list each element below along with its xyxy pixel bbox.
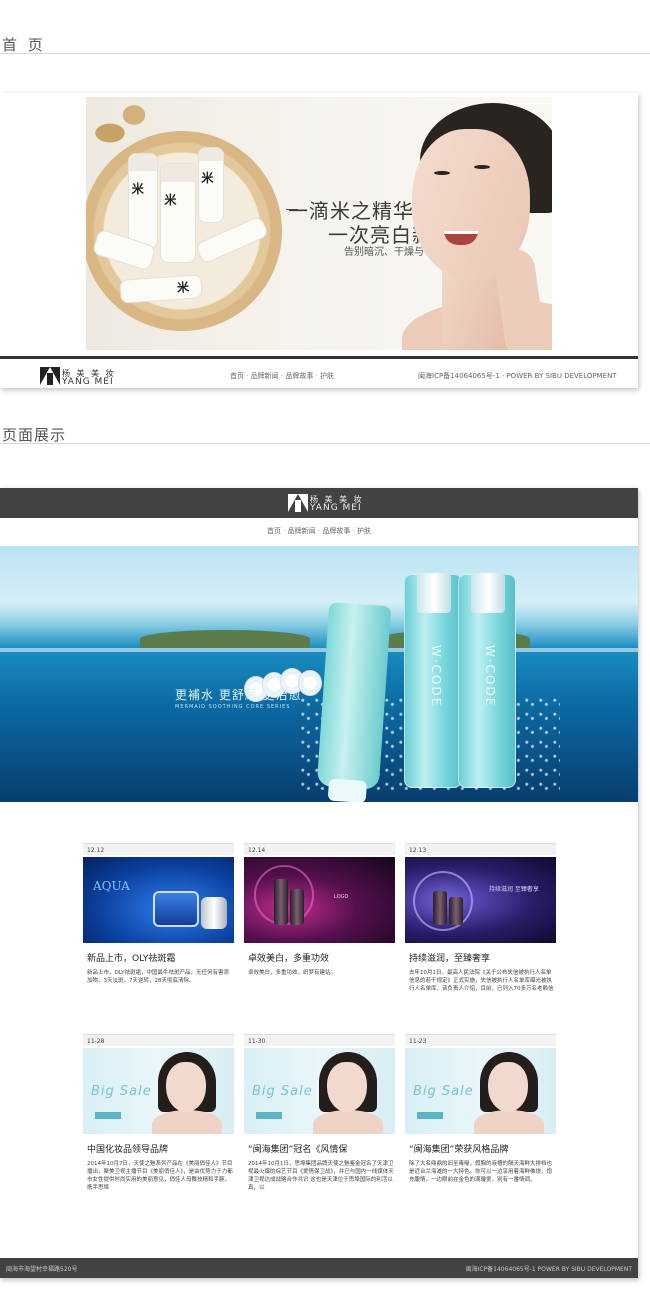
news-title[interactable]: 新品上市，OLY祛斑霜 — [87, 951, 175, 964]
site-header: 杨 美 美 妆 YANG MEI — [0, 488, 638, 518]
section-divider — [0, 53, 650, 54]
island — [140, 630, 310, 648]
news-title[interactable]: 持续滋润，至臻奢享 — [409, 951, 490, 964]
waterline — [0, 648, 638, 652]
news-image-text: Big Sale — [413, 1084, 474, 1099]
section-title-home: 首 页 — [2, 36, 46, 54]
nav-item-skincare[interactable]: 护肤 — [313, 372, 334, 380]
news-date: 11-23 — [405, 1034, 556, 1046]
sale-badge — [95, 1112, 121, 1119]
nav-item-story[interactable]: 品牌故事 — [279, 372, 314, 380]
footer-address: 闽海市海望村幸福路520号 — [6, 1266, 78, 1273]
brand-logo-icon[interactable] — [40, 367, 60, 385]
news-title[interactable]: 卓效美白，多重功效 — [248, 951, 329, 964]
news-date: 12.14 — [244, 843, 395, 855]
section-divider — [0, 443, 650, 444]
news-desc: 新品上市，OLY祛斑霜，中国最牛祛斑产品，无任何有害添加物，3天淡斑，7天逆转，… — [87, 970, 230, 984]
section-title-showcase: 页面展示 — [2, 426, 67, 444]
nav-item-news[interactable]: 品牌新闻 — [281, 527, 316, 535]
news-image-text: LOGO — [334, 894, 349, 900]
main-nav: 首页品牌新闻品牌故事护肤 — [0, 526, 638, 536]
news-date: 12.12 — [83, 843, 234, 855]
brand-logo-icon[interactable] — [288, 494, 308, 512]
product-tube — [316, 602, 392, 802]
news-desc: 除了大名鼎鼎的旧至毒喙，假胸的液槽的隔天海鲜大排档也是近台兰海滩的一大特色。你可… — [409, 1161, 553, 1183]
cream-jar — [153, 891, 199, 927]
brand-name-en: YANG MEI — [62, 377, 114, 387]
news-desc: 2014年10月1日，思埠集团品牌天使之魅鉴金冠名了天津卫视最火爆的综艺节目《爱… — [248, 1161, 394, 1191]
product-bottle — [290, 889, 304, 925]
news-date: 12.13 — [405, 843, 556, 855]
product-bottle — [449, 897, 463, 925]
news-image[interactable]: Big Sale — [83, 1048, 234, 1134]
page-preview: 杨 美 美 妆 YANG MEI 首页品牌新闻品牌故事护肤 更補水 更舒緩 更治… — [0, 488, 638, 1278]
product-bottle: 米 — [160, 163, 196, 263]
news-image[interactable]: AQUA — [83, 857, 234, 943]
model-photo — [382, 99, 552, 350]
news-image[interactable]: Big Sale — [405, 1048, 556, 1134]
news-image-text: Big Sale — [91, 1084, 152, 1099]
news-desc: 2014年10月7日，天使之魅系列产品在《美丽俏佳人》节目播出，聚美卫视主播节目… — [87, 1161, 233, 1191]
sale-badge — [417, 1112, 443, 1119]
product-bottle: W·CODE — [404, 573, 462, 788]
banner-slogan: 更補水 更舒緩 更治愈 — [175, 688, 302, 702]
news-image-text: AQUA — [93, 879, 130, 893]
news-date: 11-28 — [83, 1034, 234, 1046]
product-bottle: W·CODE — [458, 573, 516, 788]
news-date: 11-30 — [244, 1034, 395, 1046]
model-photo — [474, 1050, 544, 1134]
site-footer: 闽海市海望村幸福路520号 闽海ICP备14064065号-1 POWER BY… — [0, 1258, 638, 1278]
nav-item-home[interactable]: 首页 — [230, 372, 244, 380]
news-desc: 去年10月1日，最高人民法院《关于公布失信被执行人名单信息的若干规定》正式实施，… — [409, 970, 554, 992]
homepage-preview: 米 米 米 米 一滴米之精华 一次亮白新生 告别暗沉、干燥与了无生机 杨 美 美… — [0, 93, 638, 388]
news-image-text: 持续滋润 至臻奢享 — [489, 886, 539, 893]
news-image-text: Big Sale — [252, 1084, 313, 1099]
brand-name-en: YANG MEI — [310, 503, 362, 513]
hero-banner: 米 米 米 米 一滴米之精华 一次亮白新生 告别暗沉、干燥与了无生机 — [86, 97, 552, 350]
cream-jar — [201, 897, 227, 929]
model-photo — [152, 1050, 222, 1134]
ocean-banner: 更補水 更舒緩 更治愈 MERMAID SOOTHING CORE SERIES… — [0, 546, 638, 802]
news-desc: 卓效美白，多重功效，织梦有建站。 — [248, 970, 337, 976]
model-photo — [313, 1050, 383, 1134]
sale-badge — [256, 1112, 282, 1119]
icp-text: 闽海ICP备14064065号-1 · POWER BY SIBU DEVELO… — [418, 372, 617, 380]
footer-divider — [0, 356, 638, 359]
nav-item-skincare[interactable]: 护肤 — [350, 527, 371, 535]
news-image[interactable]: Big Sale — [244, 1048, 395, 1134]
product-bottle: 米 — [128, 153, 158, 249]
nav-item-news[interactable]: 品牌新闻 — [244, 372, 279, 380]
product-bottle — [433, 891, 447, 925]
news-title[interactable]: “闽海集团”冠名《风情保 — [248, 1142, 347, 1155]
news-image[interactable]: 持续滋润 至臻奢享 — [405, 857, 556, 943]
product-bottle: 米 — [198, 147, 224, 223]
news-title[interactable]: 中国化妆品领导品牌 — [87, 1142, 168, 1155]
nav-item-story[interactable]: 品牌故事 — [316, 527, 351, 535]
product-bottle — [274, 879, 288, 925]
news-image[interactable]: LOGO — [244, 857, 395, 943]
news-title[interactable]: “闽海集团”荣获风格品牌 — [409, 1142, 508, 1155]
home-nav: 首页品牌新闻品牌故事护肤 — [230, 371, 334, 381]
banner-subtitle: MERMAID SOOTHING CORE SERIES — [175, 704, 291, 710]
footer-icp: 闽海ICP备14064065号-1 POWER BY SIBU DEVELOPM… — [465, 1266, 632, 1273]
nav-item-home[interactable]: 首页 — [267, 527, 281, 535]
